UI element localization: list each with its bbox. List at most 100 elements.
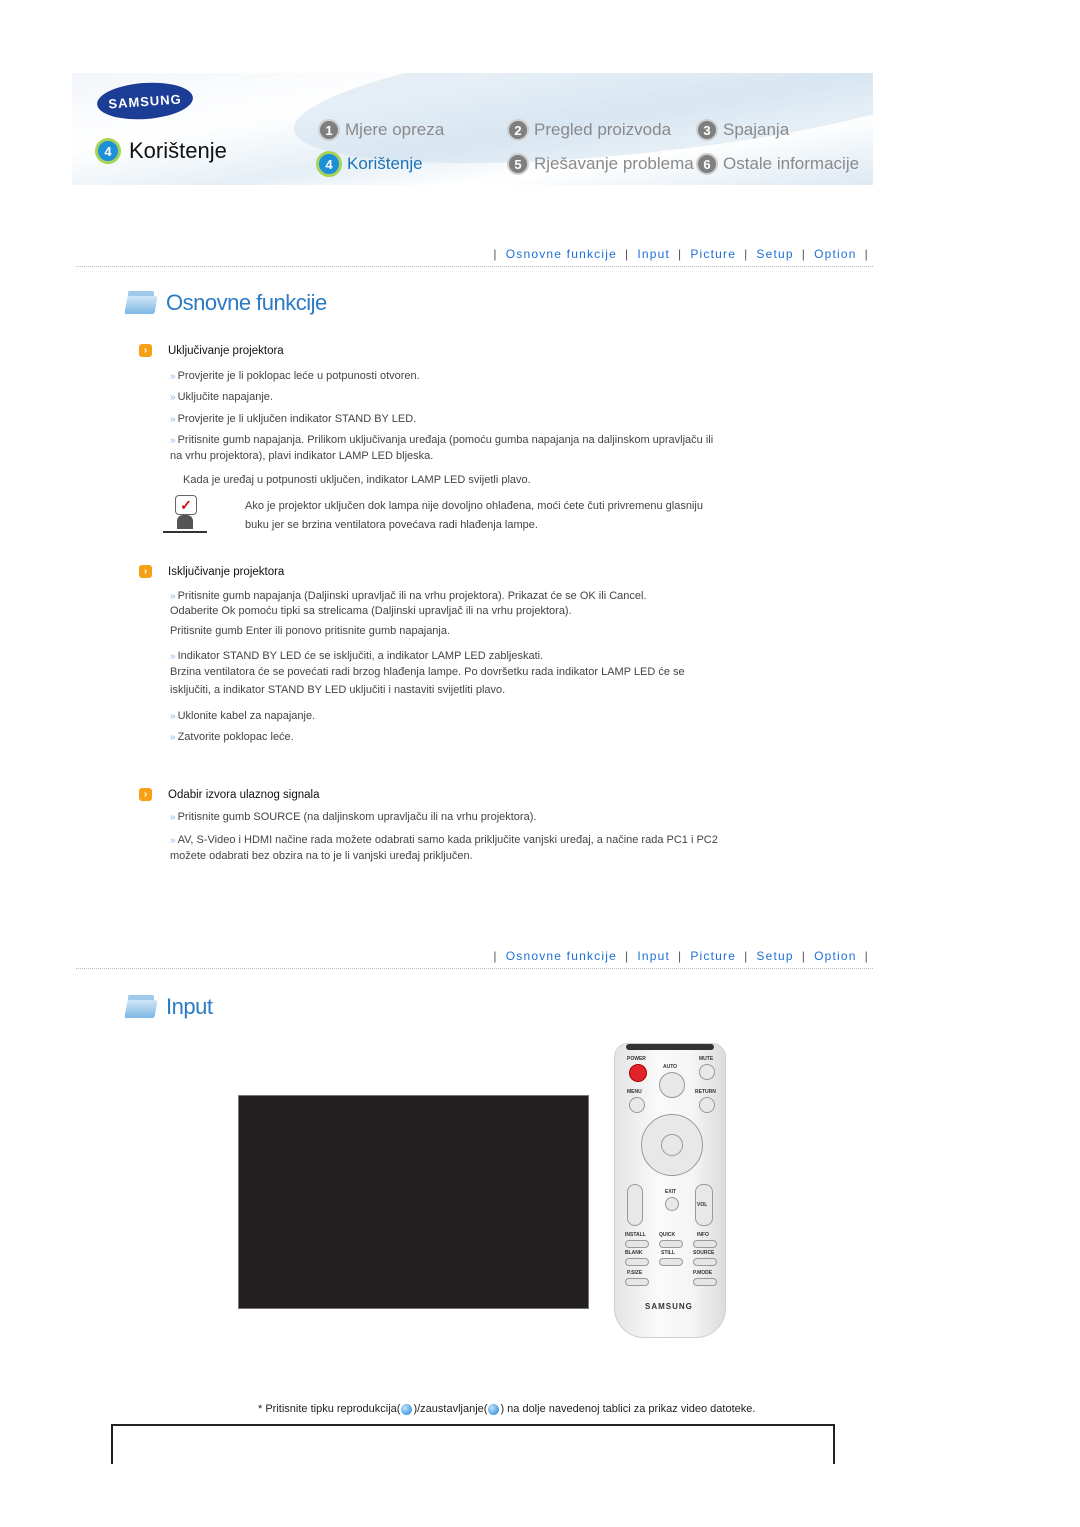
remote-ir-window: [626, 1044, 714, 1050]
current-section-label: Korištenje: [129, 138, 227, 163]
list-item-continuation: Pritisnite gumb Enter ili ponovo pritisn…: [170, 625, 451, 637]
arrow-right-icon: ›: [139, 565, 152, 578]
list-item: » Pritisnite gumb SOURCE (na daljinskom u…: [170, 809, 536, 826]
play-icon[interactable]: [401, 1403, 413, 1415]
remote-label: VOL: [697, 1202, 708, 1208]
double-chevron-icon: »: [170, 371, 176, 382]
stop-icon[interactable]: [488, 1403, 500, 1415]
menu-icon: [629, 1097, 645, 1113]
footnote-text: * Pritisnite tipku reprodukcija(: [258, 1403, 401, 1415]
number-6-icon: 6: [696, 153, 718, 175]
list-item-continuation: Brzina ventilatora će se povećati radi b…: [170, 666, 685, 678]
double-chevron-icon: »: [170, 732, 176, 743]
list-item: » Provjerite je li poklopac leće u potpun…: [170, 368, 420, 385]
list-item-continuation: možete odabrati bez obzira na to je li v…: [170, 850, 473, 862]
remote-label: RETURN: [695, 1089, 716, 1095]
remote-label: SOURCE: [693, 1250, 715, 1256]
nav-item-mjere-opreza[interactable]: 1 Mjere opreza: [318, 119, 444, 141]
list-item: » Provjerite je li uključen indikator STA…: [170, 411, 416, 428]
remote-label: MENU: [627, 1089, 642, 1095]
separator: |: [678, 247, 683, 261]
subnav-link-input[interactable]: Input: [637, 247, 670, 261]
nav-item-pregled-proizvoda[interactable]: 2 Pregled proizvoda: [507, 119, 671, 141]
footnote: * Pritisnite tipku reprodukcija( )/zaust…: [258, 1403, 755, 1415]
number-4-icon: 4: [316, 151, 342, 177]
heading-label: Odabir izvora ulaznog signala: [168, 788, 320, 801]
heading-label: Isključivanje projektora: [168, 565, 285, 578]
nav-label: Spajanja: [723, 120, 790, 139]
subnav-link-option[interactable]: Option: [814, 247, 857, 261]
divider: [76, 266, 873, 267]
remote-button-icon: [693, 1278, 717, 1286]
nav-label: Korištenje: [347, 154, 423, 173]
remote-label: P.SIZE: [627, 1270, 643, 1276]
item-text: AV, S-Video i HDMI načine rada možete od…: [177, 834, 718, 846]
remote-button-icon: [625, 1278, 649, 1286]
section-title-input: Input: [124, 994, 213, 1020]
nav-item-ostale-informacije[interactable]: 6 Ostale informacije: [696, 153, 859, 175]
separator: |: [864, 949, 869, 963]
nav-item-koristenje[interactable]: 4 Korištenje: [316, 151, 423, 177]
list-item-continuation: na vrhu projektora), plavi indikator LAM…: [170, 450, 434, 462]
separator: |: [864, 247, 869, 261]
list-item-continuation: Odaberite Ok pomoću tipki sa strelicama …: [170, 605, 572, 617]
video-table: [111, 1424, 835, 1464]
mute-icon: [699, 1064, 715, 1080]
separator: |: [493, 949, 498, 963]
channel-rocker-icon: [627, 1184, 643, 1226]
list-item: » AV, S-Video i HDMI načine rada možete o…: [170, 832, 718, 849]
heading-label: Uključivanje projektora: [168, 344, 284, 357]
subnav-link-setup[interactable]: Setup: [756, 247, 793, 261]
current-section-title: 4 Korištenje: [95, 138, 227, 164]
subnav-link-input[interactable]: Input: [637, 949, 670, 963]
remote-label: POWER: [627, 1056, 646, 1062]
subnav-link-picture[interactable]: Picture: [690, 949, 736, 963]
item-text: Pritisnite gumb napajanja. Prilikom uklj…: [177, 434, 714, 446]
subnav-link-osnovne-funkcije[interactable]: Osnovne funkcije: [506, 247, 617, 261]
double-chevron-icon: »: [170, 711, 176, 722]
subnav-link-picture[interactable]: Picture: [690, 247, 736, 261]
section-title-label: Osnovne funkcije: [166, 290, 327, 315]
nav-label: Pregled proizvoda: [534, 120, 672, 139]
nav-label: Ostale informacije: [723, 154, 860, 173]
item-text: Indikator STAND BY LED će se isključiti,…: [177, 650, 544, 662]
item-text: Uklonite kabel za napajanje.: [177, 710, 316, 722]
note-icon: ✓: [163, 495, 207, 535]
remote-button-icon: [659, 1258, 683, 1266]
nav-item-rjesavanje-problema[interactable]: 5 Rješavanje problema: [507, 153, 694, 175]
arrow-right-icon: ›: [139, 344, 152, 357]
divider: [76, 968, 873, 969]
separator: |: [744, 247, 749, 261]
number-5-icon: 5: [507, 153, 529, 175]
auto-button-icon: [659, 1072, 685, 1098]
remote-button-icon: [625, 1240, 649, 1248]
double-chevron-icon: »: [170, 435, 176, 446]
heading-power-off: › Isključivanje projektora: [139, 565, 284, 578]
heading-source: › Odabir izvora ulaznog signala: [139, 788, 320, 801]
remote-button-icon: [659, 1240, 683, 1248]
heading-power-on: › Uključivanje projektora: [139, 344, 284, 357]
subnav-link-option[interactable]: Option: [814, 949, 857, 963]
double-chevron-icon: »: [170, 835, 176, 846]
remote-label: BLANK: [625, 1250, 643, 1256]
number-3-icon: 3: [696, 119, 718, 141]
nav-item-spajanja[interactable]: 3 Spajanja: [696, 119, 789, 141]
folder-icon: [124, 291, 158, 315]
double-chevron-icon: »: [170, 651, 176, 662]
note-text-line2: buku jer se brzina ventilatora povećava …: [245, 519, 538, 531]
subnav-link-osnovne-funkcije[interactable]: Osnovne funkcije: [506, 949, 617, 963]
note-text-line1: Ako je projektor uključen dok lampa nije…: [245, 500, 703, 512]
subnav-bottom: | Osnovne funkcije | Input | Picture | S…: [72, 945, 873, 967]
remote-label: QUICK: [659, 1232, 676, 1238]
video-player[interactable]: [238, 1095, 589, 1309]
remote-button-icon: [693, 1258, 717, 1266]
list-item: » Pritisnite gumb napajanja. Prilikom ukl…: [170, 432, 713, 449]
subnav-link-setup[interactable]: Setup: [756, 949, 793, 963]
item-text: Pritisnite gumb SOURCE (na daljinskom up…: [177, 811, 537, 823]
section-title-osnovne-funkcije: Osnovne funkcije: [124, 290, 327, 316]
return-icon: [699, 1097, 715, 1113]
subnav-top: | Osnovne funkcije | Input | Picture | S…: [72, 243, 873, 265]
section-title-label: Input: [166, 994, 213, 1019]
remote-label: INFO: [697, 1232, 709, 1238]
power-icon: [629, 1064, 647, 1082]
